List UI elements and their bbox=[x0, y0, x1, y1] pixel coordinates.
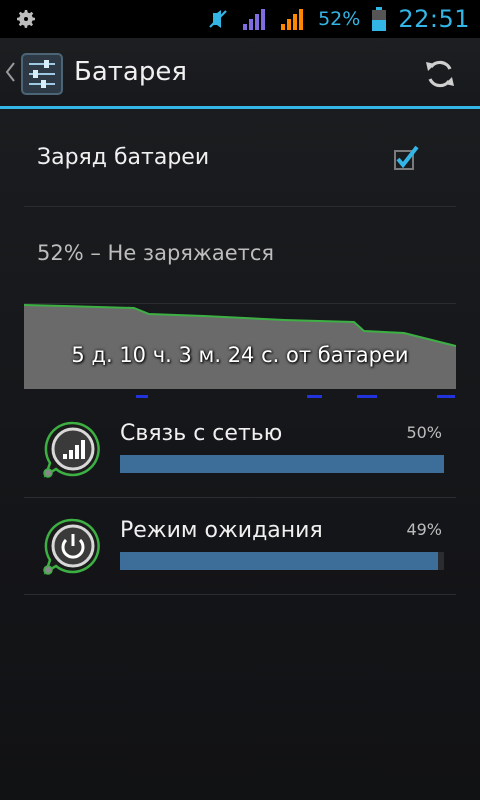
usage-bar bbox=[120, 552, 444, 570]
action-bar: Батарея bbox=[0, 38, 480, 109]
usage-percent: 50% bbox=[406, 423, 442, 442]
usage-bar-fill bbox=[120, 455, 444, 473]
usage-row-standby[interactable]: Режим ожидания 49% bbox=[24, 498, 456, 595]
refresh-icon[interactable] bbox=[422, 56, 458, 92]
network-activity-mark bbox=[307, 395, 322, 398]
status-bar: 52% 22:51 bbox=[0, 0, 480, 38]
usage-bar-fill bbox=[120, 552, 438, 570]
battery-status-text: 52% – Не заряжается bbox=[37, 241, 275, 265]
battery-status-row: 52% – Не заряжается bbox=[24, 207, 456, 304]
charge-setting-label: Заряд батареи bbox=[37, 145, 210, 170]
battery-history-graph[interactable]: 5 д. 10 ч. 3 м. 24 с. от батареи bbox=[24, 301, 456, 401]
usage-label: Режим ожидания bbox=[120, 518, 323, 543]
back-chevron-icon[interactable] bbox=[4, 60, 16, 84]
charge-checkbox[interactable] bbox=[393, 145, 419, 171]
charge-setting-row[interactable]: Заряд батареи bbox=[24, 109, 456, 207]
page-title: Батарея bbox=[74, 57, 187, 87]
signal-icon bbox=[281, 9, 304, 30]
battery-icon bbox=[372, 7, 387, 31]
signal-icon bbox=[243, 9, 266, 30]
network-activity-mark bbox=[437, 395, 455, 398]
settings-app-icon[interactable] bbox=[20, 52, 64, 96]
network-activity-mark bbox=[357, 395, 377, 398]
usage-bar bbox=[120, 455, 444, 473]
network-activity-mark bbox=[136, 395, 148, 398]
battery-content: Заряд батареи 52% – Не заряжается 5 д. 1… bbox=[0, 109, 480, 800]
settings-icon bbox=[17, 10, 35, 28]
clock: 22:51 bbox=[398, 5, 470, 33]
power-icon bbox=[43, 518, 100, 575]
usage-row-network[interactable]: Связь с сетью 50% bbox=[24, 401, 456, 498]
time-on-battery: 5 д. 10 ч. 3 м. 24 с. от батареи bbox=[71, 343, 409, 367]
battery-percent: 52% bbox=[318, 8, 361, 30]
mute-icon bbox=[209, 10, 227, 28]
usage-label: Связь с сетью bbox=[120, 421, 283, 446]
usage-percent: 49% bbox=[406, 520, 442, 539]
cell-signal-icon bbox=[43, 421, 100, 478]
